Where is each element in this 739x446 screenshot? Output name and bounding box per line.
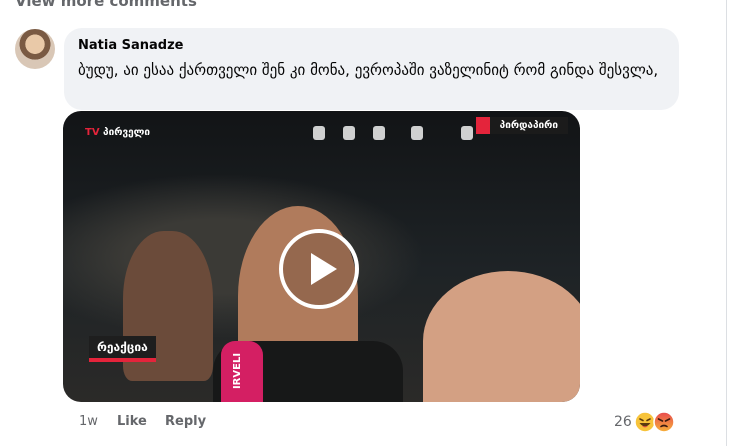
channel-tv-mark: TV	[85, 127, 100, 138]
comment-timestamp[interactable]: 1w	[79, 414, 98, 429]
play-icon[interactable]	[277, 227, 361, 311]
reaction-count: 26	[614, 414, 632, 430]
channel-logo: TV პირველი	[85, 127, 150, 138]
reply-button[interactable]: Reply	[165, 414, 206, 429]
channel-name: პირველი	[103, 127, 151, 138]
video-attachment[interactable]: IRVELI TV პირველი პირდაპირი რეაქცია	[63, 111, 580, 402]
video-person-right	[423, 271, 580, 402]
live-badge: პირდაპირი	[475, 117, 568, 134]
comment-author[interactable]: Natia Sanadze	[78, 38, 183, 53]
angry-emoji-icon	[653, 411, 675, 433]
reaction-summary[interactable]: 26	[612, 409, 678, 435]
comment-bubble: Natia Sanadze ბუდუ, აი ესაა ქართველი შენ…	[64, 28, 679, 110]
avatar[interactable]	[15, 29, 55, 69]
like-button[interactable]: Like	[117, 414, 147, 429]
view-more-comments-link[interactable]: View more comments	[15, 0, 197, 10]
overlay-badge: რეაქცია	[89, 336, 156, 362]
comment-text: ბუდუ, აი ესაა ქართველი შენ კი მონა, ევრო…	[78, 61, 659, 79]
microphone-label: IRVELI	[232, 352, 243, 390]
column-divider	[726, 0, 727, 446]
